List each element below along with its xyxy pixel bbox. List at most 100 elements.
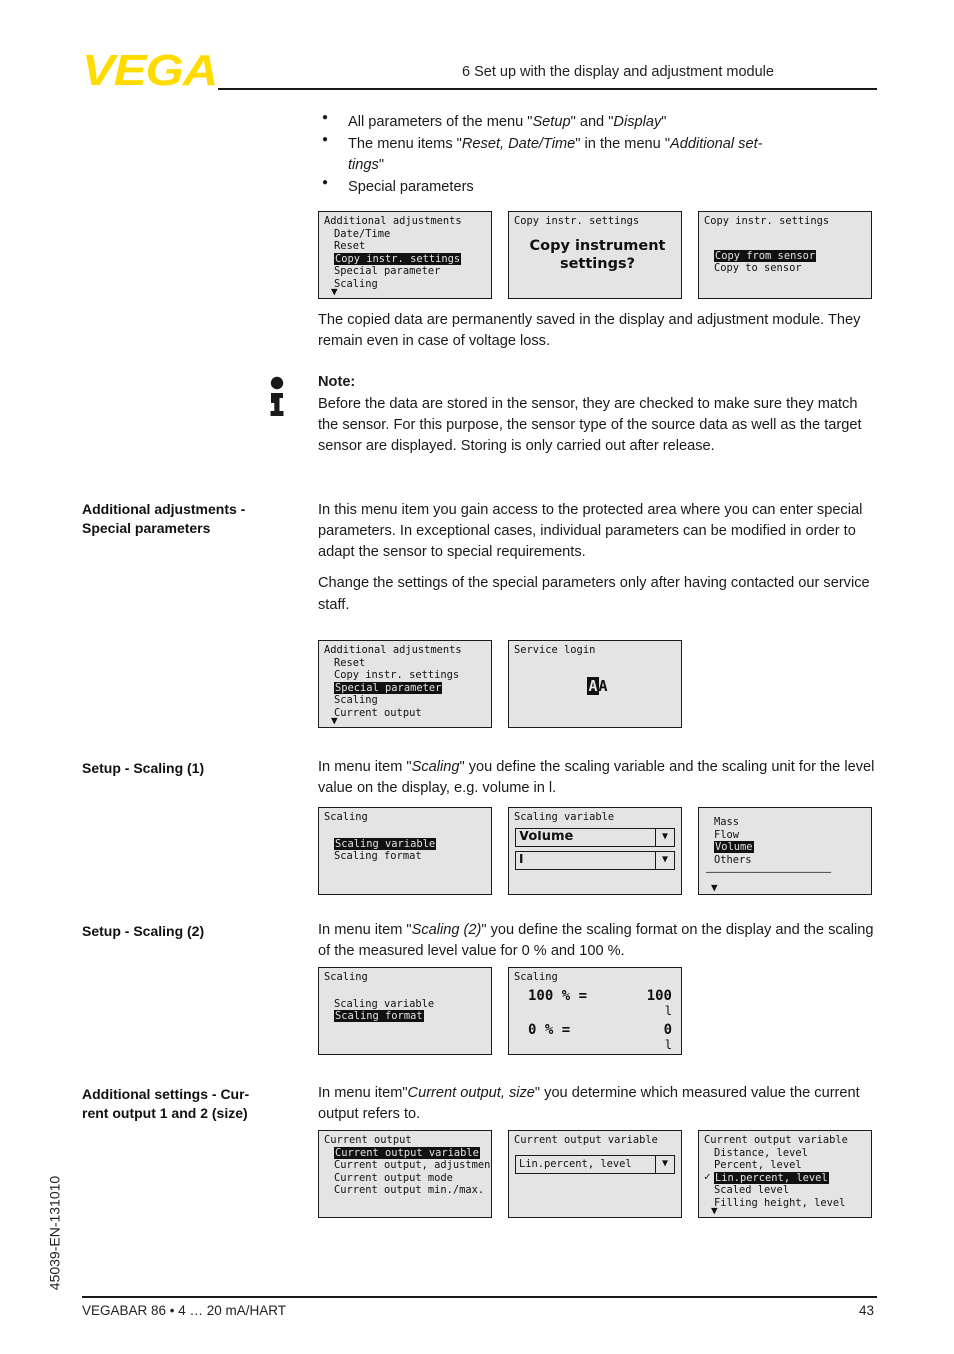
margin-heading-special-parameters: Additional adjustments - Special paramete… bbox=[82, 501, 246, 537]
lcd-item[interactable]: Scaling bbox=[324, 278, 491, 291]
list-item: All parameters of the menu "Setup" and "… bbox=[318, 111, 878, 133]
lcd-item[interactable]: Flow bbox=[704, 829, 871, 842]
scaling-unit-dropdown[interactable]: l ▼ bbox=[515, 850, 675, 870]
lcd-item[interactable]: Current output, adjustment bbox=[324, 1159, 491, 1172]
scroll-down-icon[interactable]: ▼ bbox=[331, 715, 338, 726]
lcd-item[interactable]: Reset bbox=[324, 240, 491, 253]
dropdown-value: Volume bbox=[519, 830, 574, 844]
current-output-variable-dropdown[interactable]: Lin.percent, level ▼ bbox=[515, 1154, 675, 1174]
lcd-item[interactable]: Mass bbox=[704, 816, 871, 829]
footer-divider bbox=[82, 1296, 877, 1298]
lcd-title: Additional adjustments bbox=[324, 644, 462, 656]
margin-heading-scaling-2: Setup - Scaling (2) bbox=[82, 923, 205, 939]
lcd-item[interactable]: Current output mode bbox=[324, 1172, 491, 1185]
lcd-title: Copy instr. settings bbox=[704, 215, 830, 227]
lcd-title: Service login bbox=[514, 644, 596, 656]
scaling1-text: In menu item "Scaling" you define the sc… bbox=[318, 759, 875, 797]
lcd-title: Current output variable bbox=[514, 1134, 658, 1146]
lcd-screen-current-output-menu: Current output Current output variable C… bbox=[318, 1130, 492, 1218]
chevron-down-icon[interactable]: ▼ bbox=[655, 1155, 674, 1173]
service-login-code[interactable]: AA bbox=[514, 676, 681, 695]
lcd-item[interactable]: Distance, level bbox=[704, 1147, 871, 1160]
lcd-item-selected[interactable]: Current output variable bbox=[324, 1146, 491, 1160]
lcd-item[interactable]: Filling height, level bbox=[704, 1197, 871, 1210]
lcd-item-selected[interactable]: Scaling format bbox=[324, 1010, 491, 1023]
paragraph-text: In this menu item you gain access to the… bbox=[318, 502, 863, 561]
lcd-highlight: Scaling variable bbox=[334, 837, 437, 850]
special-parameters-text: In this menu item you gain access to the… bbox=[318, 500, 878, 626]
lcd-screen-additional-adjustments-special: Additional adjustments Reset Copy instr.… bbox=[318, 640, 492, 728]
scroll-down-icon[interactable]: ▼ bbox=[711, 882, 718, 893]
lcd-title: Scaling bbox=[324, 971, 368, 983]
paragraph-text: Change the settings of the special param… bbox=[318, 575, 870, 613]
scaling-0-unit: l bbox=[664, 1037, 672, 1052]
scaling-0-row[interactable]: 0 % = 0 bbox=[514, 1022, 681, 1039]
lcd-item-selected[interactable]: Special parameter bbox=[324, 681, 491, 695]
lcd-screen-scaling-menu: Scaling Scaling variable Scaling format bbox=[318, 807, 492, 895]
lcd-item-selected[interactable]: ✓ Lin.percent, level bbox=[704, 1169, 871, 1185]
code-char-active: A bbox=[587, 676, 599, 695]
lcd-item[interactable]: Scaled level bbox=[704, 1184, 871, 1197]
lcd-highlight: Volume bbox=[714, 841, 754, 854]
dropdown-value: Lin.percent, level bbox=[519, 1157, 632, 1170]
lcd-separator: –––––––––––––––––––– bbox=[706, 866, 832, 879]
page-header-title: 6 Set up with the display and adjustment… bbox=[462, 64, 774, 80]
lcd-item[interactable]: Current output bbox=[324, 707, 491, 720]
current-output-text: In menu item"Current output, size" you d… bbox=[318, 1085, 860, 1123]
lcd-title: Current output variable bbox=[704, 1134, 848, 1146]
lcd-screen-copy-confirm: Copy instr. settings Copy instrument set… bbox=[508, 211, 682, 299]
lcd-item[interactable]: Reset bbox=[324, 657, 491, 670]
lcd-item[interactable]: Scaling bbox=[324, 694, 491, 707]
lcd-screen-scaling-variable-options: Mass Flow Volume Others ––––––––––––––––… bbox=[698, 807, 872, 895]
scroll-down-icon[interactable]: ▼ bbox=[711, 1205, 718, 1216]
lcd-item[interactable]: Scaling variable bbox=[324, 998, 491, 1011]
lcd-screen-scaling-menu-format: Scaling Scaling variable Scaling format bbox=[318, 967, 492, 1055]
scaling-variable-dropdown[interactable]: Volume ▼ bbox=[515, 827, 675, 847]
scaling-0-label: 0 % = bbox=[528, 1021, 571, 1038]
lcd-title: Current output bbox=[324, 1134, 412, 1146]
lcd-title: Scaling bbox=[324, 811, 368, 823]
lcd-title: Scaling bbox=[514, 971, 558, 983]
lcd-item[interactable]: Scaling format bbox=[324, 850, 491, 863]
scroll-down-icon[interactable]: ▼ bbox=[331, 286, 338, 297]
lcd-prompt-line1: Copy instrument bbox=[529, 237, 666, 254]
list-item: The menu items "Reset, Date/Time" in the… bbox=[318, 133, 878, 176]
dropdown-value: l bbox=[519, 853, 524, 867]
lcd-item[interactable]: Copy instr. settings bbox=[324, 669, 491, 682]
lcd-item[interactable]: Date/Time bbox=[324, 228, 491, 241]
footer-product-name: VEGABAR 86 • 4 … 20 mA/HART bbox=[82, 1303, 287, 1318]
chevron-down-icon[interactable]: ▼ bbox=[655, 851, 674, 869]
copied-data-paragraph: The copied data are permanently saved in… bbox=[318, 310, 878, 362]
lcd-spacer bbox=[324, 824, 491, 838]
header-divider bbox=[218, 88, 877, 90]
note-block: Note: Before the data are stored in the … bbox=[266, 372, 878, 458]
lcd-highlight: Lin.percent, level bbox=[714, 1171, 829, 1184]
lcd-item[interactable]: Others bbox=[704, 854, 871, 867]
lcd-item-selected[interactable]: Copy instr. settings bbox=[324, 252, 491, 266]
lcd-spacer bbox=[704, 228, 871, 250]
document-page: VEGA 6 Set up with the display and adjus… bbox=[0, 0, 954, 1354]
lcd-highlight: Special parameter bbox=[334, 681, 443, 694]
lcd-screen-copy-direction: Copy instr. settings Copy from sensor Co… bbox=[698, 211, 872, 299]
margin-heading-scaling-1: Setup - Scaling (1) bbox=[82, 760, 205, 776]
lcd-item[interactable]: Current output min./max. bbox=[324, 1184, 491, 1197]
lcd-highlight: Current output variable bbox=[334, 1146, 480, 1159]
vega-logo: VEGA bbox=[82, 46, 218, 95]
info-icon bbox=[270, 376, 284, 416]
checkmark-icon: ✓ bbox=[704, 1169, 711, 1183]
lcd-item[interactable]: Special parameter bbox=[324, 265, 491, 278]
lcd-item-selected[interactable]: Copy from sensor bbox=[704, 249, 871, 263]
lcd-item-selected[interactable]: Volume bbox=[704, 841, 871, 854]
chevron-down-icon[interactable]: ▼ bbox=[655, 828, 674, 846]
list-item: Special parameters bbox=[318, 176, 878, 198]
lcd-highlight: Copy instr. settings bbox=[334, 252, 462, 265]
scaling-100-row[interactable]: 100 % = 100 bbox=[514, 988, 681, 1005]
lcd-highlight: Copy from sensor bbox=[714, 249, 817, 262]
lcd-item-selected[interactable]: Scaling variable bbox=[324, 837, 491, 851]
scaling-0-value: 0 bbox=[663, 1021, 672, 1038]
lcd-item[interactable]: Copy to sensor bbox=[704, 262, 871, 275]
lcd-item[interactable]: Percent, level bbox=[704, 1159, 871, 1172]
page-number: 43 bbox=[859, 1303, 875, 1318]
scaling-100-value: 100 bbox=[646, 987, 672, 1004]
code-char: A bbox=[598, 676, 608, 695]
